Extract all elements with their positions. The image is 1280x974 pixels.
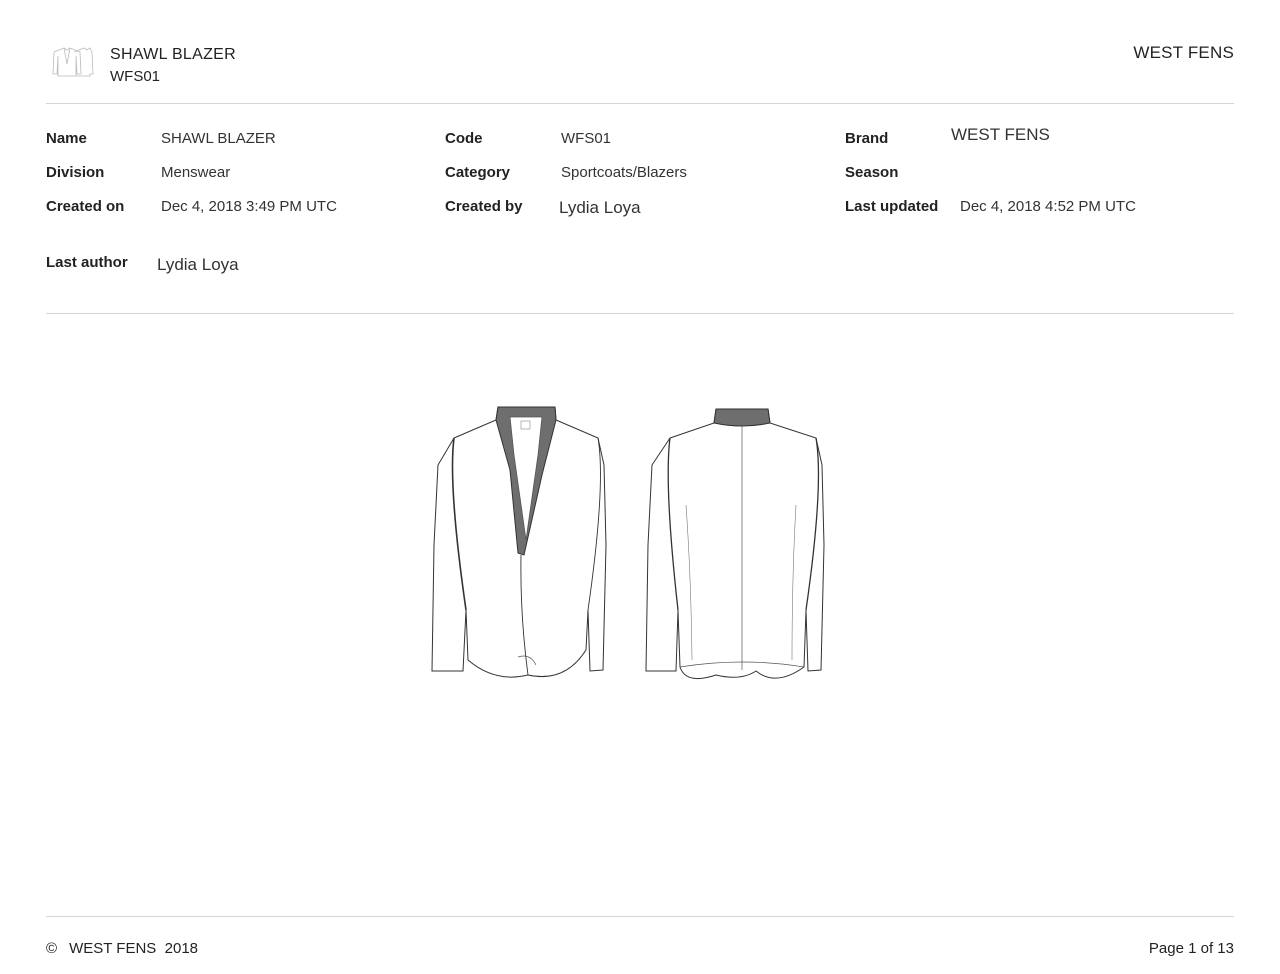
division-value: Menswear — [161, 164, 231, 181]
created-on-value: Dec 4, 2018 3:49 PM UTC — [161, 198, 337, 215]
last-updated-label: Last updated — [845, 198, 939, 215]
blazer-front-sketch — [431, 406, 607, 678]
page-indicator: Page 1 of 13 — [1148, 940, 1234, 957]
footer-copyright: © WEST FENS 2018 — [46, 940, 198, 957]
created-on-label: Created on — [46, 198, 125, 215]
name-value: SHAWL BLAZER — [161, 130, 276, 147]
copyright-symbol: © — [46, 940, 58, 957]
code-label: Code — [445, 130, 483, 147]
header-divider — [46, 103, 1234, 104]
brand-label: Brand — [845, 130, 889, 147]
code-value: WFS01 — [561, 130, 612, 147]
last-author-label: Last author — [46, 254, 128, 271]
header-code: WFS01 — [110, 68, 161, 85]
category-value: Sportcoats/Blazers — [561, 164, 687, 181]
blazer-sketch — [420, 395, 860, 695]
created-by-label: Created by — [445, 198, 523, 215]
created-by-value: Lydia Loya — [559, 198, 641, 217]
brand-value: WEST FENS — [951, 125, 1050, 144]
details-divider — [46, 313, 1234, 314]
last-author-value: Lydia Loya — [157, 255, 239, 274]
name-label: Name — [46, 130, 87, 147]
header-title: SHAWL BLAZER — [110, 46, 236, 63]
division-label: Division — [46, 164, 105, 181]
last-updated-value: Dec 4, 2018 4:52 PM UTC — [960, 198, 1136, 215]
blazer-thumbnail-icon — [50, 44, 94, 78]
season-label: Season — [845, 164, 899, 181]
category-label: Category — [445, 164, 511, 181]
copyright-text: WEST FENS 2018 — [69, 940, 198, 957]
footer-divider — [46, 916, 1234, 917]
header-brand: WEST FENS — [1133, 43, 1234, 62]
blazer-back-sketch — [645, 408, 825, 680]
